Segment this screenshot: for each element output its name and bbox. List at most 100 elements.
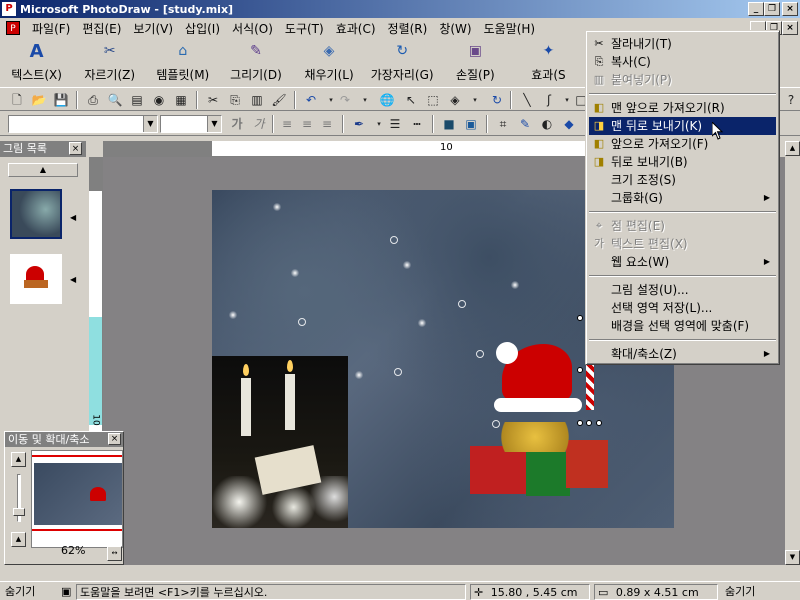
zoom-out-icon[interactable]: ▲ xyxy=(11,532,26,547)
pan-zoom-preview[interactable] xyxy=(31,450,123,548)
menu-item-bring-forward[interactable]: ◧ 앞으로 가져오기(F) xyxy=(589,135,776,153)
close-button[interactable]: × xyxy=(782,2,798,16)
gifts-picture[interactable] xyxy=(470,416,610,496)
menu-item-save-selection[interactable]: 선택 영역 저장(L)... xyxy=(589,299,776,317)
font-combo[interactable]: ▼ xyxy=(8,115,158,133)
menu-item-resize[interactable]: 크기 조정(S) xyxy=(589,171,776,189)
zoom-slider[interactable]: ▲ ▲ xyxy=(9,452,27,552)
picture-thumbnail-2[interactable] xyxy=(10,254,62,304)
scroll-down-icon[interactable]: ▼ xyxy=(785,550,800,565)
chevron-down-icon[interactable]: ▼ xyxy=(207,116,221,132)
zoom-slider-thumb[interactable] xyxy=(13,508,25,516)
minimize-button[interactable]: _ xyxy=(748,2,764,16)
vertical-scrollbar[interactable]: ▲ ▼ xyxy=(785,141,800,565)
save-icon[interactable]: 💾 xyxy=(52,91,70,109)
align-left-icon[interactable]: ≡ xyxy=(278,115,296,133)
scroll-up-button[interactable]: ▲ xyxy=(8,163,78,177)
paste-icon[interactable]: ▥ xyxy=(248,91,266,109)
zoom-in-icon[interactable]: ▲ xyxy=(11,452,26,467)
color-icon[interactable]: ◆ xyxy=(560,115,578,133)
candles-picture[interactable] xyxy=(212,356,348,528)
selection-handle[interactable] xyxy=(586,420,592,426)
document-icon[interactable]: P xyxy=(6,21,20,35)
menu-arrange[interactable]: 정렬(R) xyxy=(382,20,434,37)
menu-item-zoom[interactable]: 확대/축소(Z) ▶ xyxy=(589,345,776,363)
align-right-icon[interactable]: ≡ xyxy=(318,115,336,133)
text-button[interactable]: A 텍스트(X) xyxy=(0,38,73,86)
draw-button[interactable]: ✎ 그리기(D) xyxy=(219,38,292,86)
camera-icon[interactable]: ◉ xyxy=(150,91,168,109)
contrast-icon[interactable]: ◐ xyxy=(538,115,556,133)
menu-item-fit-background[interactable]: 배경을 선택 영역에 맞춤(F) xyxy=(589,317,776,335)
selection-handle[interactable] xyxy=(577,315,583,321)
open-folder-icon[interactable]: 📂 xyxy=(30,91,48,109)
menu-item-group[interactable]: 그룹화(G) ▶ xyxy=(589,189,776,207)
font-size-combo[interactable]: ▼ xyxy=(160,115,222,133)
expand-arrow-icon[interactable]: ◀ xyxy=(70,275,76,284)
menu-item-picture-setup[interactable]: 그림 설정(U)... xyxy=(589,281,776,299)
doc-close-button[interactable]: × xyxy=(782,21,798,35)
hide-left-button[interactable]: 숨기기 xyxy=(2,584,38,600)
menu-file[interactable]: 파일(F) xyxy=(26,20,76,37)
hide-right-button[interactable]: 숨기기 xyxy=(722,584,758,600)
redo-icon[interactable]: ↷ xyxy=(336,91,354,109)
edge-button[interactable]: ↻ 가장자리(G) xyxy=(366,38,439,86)
restore-button[interactable]: ❐ xyxy=(764,2,780,16)
menu-item-send-to-back[interactable]: ◨ 맨 뒤로 보내기(K) xyxy=(589,117,776,135)
rotate-icon[interactable]: ↻ xyxy=(488,91,506,109)
menu-edit[interactable]: 편집(E) xyxy=(76,20,127,37)
fill-dropdown-icon[interactable]: ▾ xyxy=(466,91,484,109)
menu-item-cut[interactable]: ✂ 잘라내기(T) xyxy=(589,35,776,53)
picture-thumbnail-1[interactable] xyxy=(10,189,62,239)
expand-arrow-icon[interactable]: ◀ xyxy=(70,213,76,222)
menu-window[interactable]: 창(W) xyxy=(433,20,477,37)
print-icon[interactable]: ⎙ xyxy=(84,91,102,109)
selection-handle[interactable] xyxy=(596,420,602,426)
bold-button[interactable]: 가 xyxy=(228,115,246,133)
template-button[interactable]: ⌂ 템플릿(M) xyxy=(146,38,219,86)
help-icon[interactable]: ? xyxy=(782,91,800,109)
fill-icon[interactable]: ◈ xyxy=(446,91,464,109)
menu-item-send-backward[interactable]: ◨ 뒤로 보내기(B) xyxy=(589,153,776,171)
touchup-button[interactable]: ▣ 손질(P) xyxy=(439,38,512,86)
align-center-icon[interactable]: ≡ xyxy=(298,115,316,133)
curve-icon[interactable]: ʃ xyxy=(540,91,558,109)
pointer-icon[interactable]: ↖ xyxy=(402,91,420,109)
cut-icon[interactable]: ✂ xyxy=(204,91,222,109)
menu-item-web-elements[interactable]: 웹 요소(W) ▶ xyxy=(589,253,776,271)
fill-button[interactable]: ◈ 채우기(L) xyxy=(293,38,366,86)
copy-icon[interactable]: ⎘ xyxy=(226,91,244,109)
menu-tools[interactable]: 도구(T) xyxy=(279,20,330,37)
italic-button[interactable]: 가 xyxy=(250,115,268,133)
web-icon[interactable]: 🌐 xyxy=(378,91,396,109)
3d-icon[interactable]: ▣ xyxy=(462,115,480,133)
menu-format[interactable]: 서식(O) xyxy=(226,20,279,37)
edit-pen-icon[interactable]: ✎ xyxy=(516,115,534,133)
menu-item-bring-to-front[interactable]: ◧ 맨 앞으로 가져오기(R) xyxy=(589,99,776,117)
visual-open-icon[interactable]: ▦ xyxy=(172,91,190,109)
crop-button[interactable]: ✂ 자르기(Z) xyxy=(73,38,146,86)
chevron-down-icon[interactable]: ▼ xyxy=(143,116,157,132)
santa-hat-picture[interactable] xyxy=(492,336,582,416)
crop-tool-icon[interactable]: ⌗ xyxy=(494,115,512,133)
undo-icon[interactable]: ↶ xyxy=(302,91,320,109)
menu-view[interactable]: 보기(V) xyxy=(127,20,179,37)
pen-color-icon[interactable]: ✒ xyxy=(350,115,368,133)
new-file-icon[interactable]: 🗋 xyxy=(8,91,26,109)
line-weight-icon[interactable]: ☰ xyxy=(386,115,404,133)
line-icon[interactable]: ╲ xyxy=(518,91,536,109)
panel-toggle-icon[interactable]: ▣ xyxy=(58,584,72,600)
menu-insert[interactable]: 삽입(I) xyxy=(179,20,226,37)
scroll-up-icon[interactable]: ▲ xyxy=(785,141,800,156)
scan-icon[interactable]: ▤ xyxy=(128,91,146,109)
close-icon[interactable]: × xyxy=(69,142,82,155)
selection-handle[interactable] xyxy=(577,420,583,426)
effects-button[interactable]: ✦ 효과(S xyxy=(512,38,585,86)
region-select-icon[interactable]: ⬚ xyxy=(424,91,442,109)
menu-item-copy[interactable]: ⎘ 복사(C) xyxy=(589,53,776,71)
dash-style-icon[interactable]: ┅ xyxy=(408,115,426,133)
redo-dropdown-icon[interactable]: ▾ xyxy=(356,91,374,109)
print-preview-icon[interactable]: 🔍 xyxy=(106,91,124,109)
format-painter-icon[interactable]: 🖌 xyxy=(270,91,288,109)
horizontal-scrollbar[interactable] xyxy=(103,565,785,580)
